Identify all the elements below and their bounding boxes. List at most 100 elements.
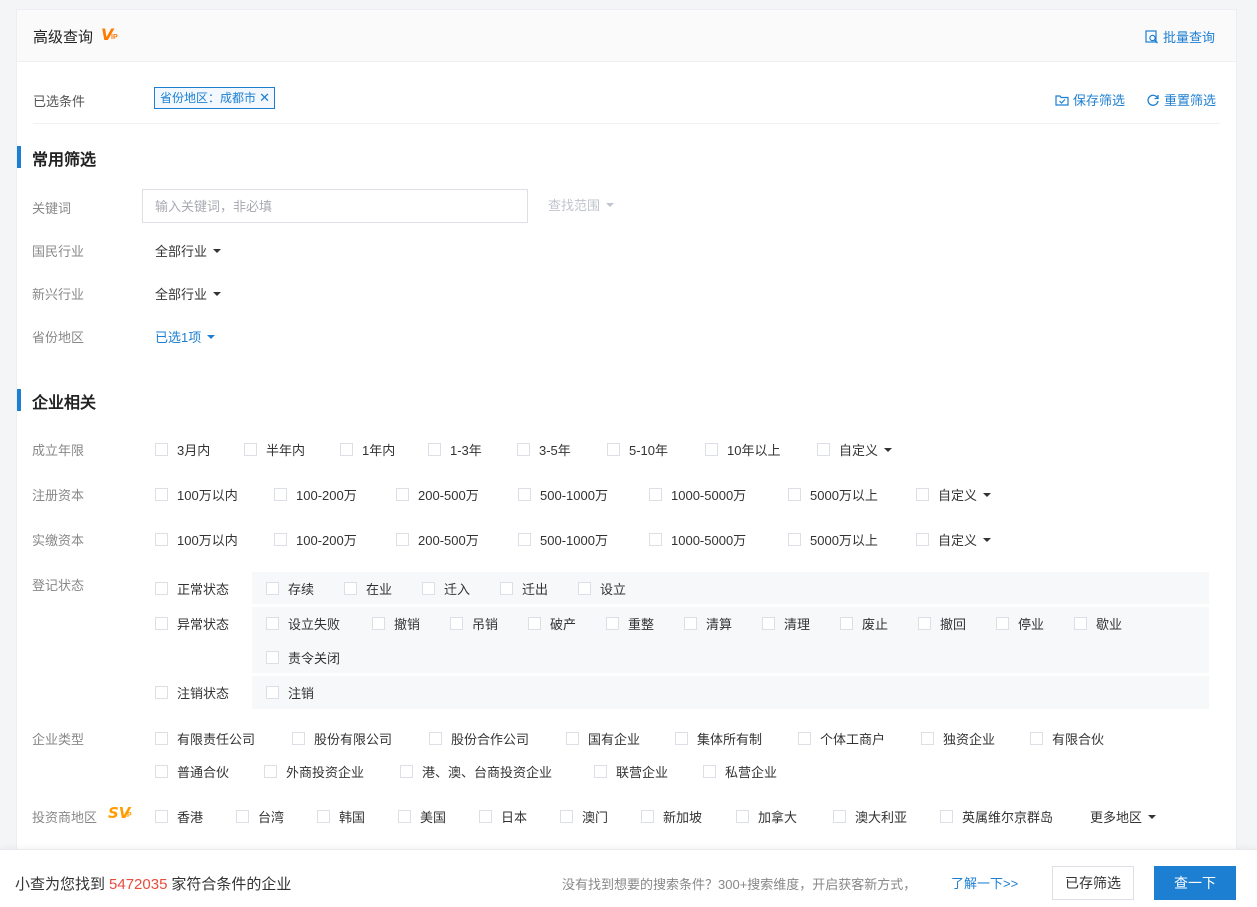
status-abnormal-sub-option[interactable]: 歇业 xyxy=(1074,614,1122,633)
reg-capital-custom-dropdown[interactable]: 自定义 xyxy=(916,485,992,504)
enterprise-type-option[interactable]: 股份有限公司 xyxy=(292,729,392,748)
checkbox[interactable] xyxy=(422,582,435,595)
status-abnormal-sub-option[interactable]: 撤销 xyxy=(372,614,420,633)
checkbox[interactable] xyxy=(705,443,718,456)
query-button[interactable]: 查一下 xyxy=(1154,866,1236,900)
checkbox[interactable] xyxy=(649,533,662,546)
paid-capital-option[interactable]: 1000-5000万 xyxy=(649,530,746,549)
status-abnormal-sub-option[interactable]: 责令关闭 xyxy=(266,648,340,667)
reset-filter-button[interactable]: 重置筛选 xyxy=(1146,90,1216,109)
status-normal-sub-option[interactable]: 存续 xyxy=(266,579,314,598)
checkbox[interactable] xyxy=(840,617,853,630)
status-normal-sub-option[interactable]: 迁入 xyxy=(422,579,470,598)
enterprise-type-option[interactable]: 国有企业 xyxy=(566,729,640,748)
checkbox[interactable] xyxy=(155,533,168,546)
checkbox[interactable] xyxy=(274,488,287,501)
checkbox[interactable] xyxy=(155,617,168,630)
investor-region-option[interactable]: 美国 xyxy=(398,807,446,826)
status-abnormal-sub-option[interactable]: 设立失败 xyxy=(266,614,340,633)
selected-tag-region[interactable]: 省份地区：成都市 ✕ xyxy=(154,87,276,109)
age-option[interactable]: 3-5年 xyxy=(517,440,571,459)
age-option[interactable]: 3月内 xyxy=(155,440,210,459)
enterprise-type-option[interactable]: 集体所有制 xyxy=(675,729,762,748)
checkbox[interactable] xyxy=(641,810,654,823)
checkbox[interactable] xyxy=(274,533,287,546)
checkbox[interactable] xyxy=(606,617,619,630)
investor-region-option[interactable]: 香港 xyxy=(155,807,203,826)
status-abnormal-sub-option[interactable]: 吊销 xyxy=(450,614,498,633)
enterprise-type-option[interactable]: 股份合作公司 xyxy=(429,729,529,748)
checkbox[interactable] xyxy=(736,810,749,823)
checkbox[interactable] xyxy=(916,488,929,501)
more-regions-dropdown[interactable]: 更多地区 xyxy=(1090,807,1157,826)
status-normal-option[interactable]: 正常状态 xyxy=(155,579,229,598)
checkbox[interactable] xyxy=(817,443,830,456)
status-abnormal-sub-option[interactable]: 清算 xyxy=(684,614,732,633)
investor-region-option[interactable]: 澳门 xyxy=(560,807,608,826)
checkbox[interactable] xyxy=(155,488,168,501)
paid-capital-custom-dropdown[interactable]: 自定义 xyxy=(916,530,992,549)
investor-region-option[interactable]: 韩国 xyxy=(317,807,365,826)
status-cancel-option[interactable]: 注销状态 xyxy=(155,683,229,702)
paid-capital-option[interactable]: 100-200万 xyxy=(274,530,357,549)
paid-capital-option[interactable]: 500-1000万 xyxy=(518,530,608,549)
emerging-industry-dropdown[interactable]: 全部行业 xyxy=(155,284,222,303)
checkbox[interactable] xyxy=(1074,617,1087,630)
reg-capital-option[interactable]: 5000万以上 xyxy=(788,485,878,504)
checkbox[interactable] xyxy=(266,651,279,664)
status-abnormal-sub-option[interactable]: 破产 xyxy=(528,614,576,633)
status-abnormal-sub-option[interactable]: 停业 xyxy=(996,614,1044,633)
checkbox[interactable] xyxy=(675,732,688,745)
checkbox[interactable] xyxy=(703,765,716,778)
investor-region-option[interactable]: 新加坡 xyxy=(641,807,702,826)
close-icon[interactable]: ✕ xyxy=(259,88,270,108)
keyword-input[interactable] xyxy=(142,189,528,223)
checkbox[interactable] xyxy=(266,582,279,595)
checkbox[interactable] xyxy=(155,686,168,699)
checkbox[interactable] xyxy=(762,617,775,630)
paid-capital-option[interactable]: 5000万以上 xyxy=(788,530,878,549)
status-abnormal-sub-option[interactable]: 清理 xyxy=(762,614,810,633)
checkbox[interactable] xyxy=(155,810,168,823)
paid-capital-option[interactable]: 200-500万 xyxy=(396,530,479,549)
enterprise-type-option[interactable]: 外商投资企业 xyxy=(264,762,364,781)
enterprise-type-option[interactable]: 有限合伙 xyxy=(1030,729,1104,748)
age-option[interactable]: 10年以上 xyxy=(705,440,780,459)
checkbox[interactable] xyxy=(518,488,531,501)
checkbox[interactable] xyxy=(400,765,413,778)
checkbox[interactable] xyxy=(344,582,357,595)
enterprise-type-option[interactable]: 普通合伙 xyxy=(155,762,229,781)
checkbox[interactable] xyxy=(940,810,953,823)
age-option[interactable]: 1年内 xyxy=(340,440,395,459)
status-normal-sub-option[interactable]: 在业 xyxy=(344,579,392,598)
checkbox[interactable] xyxy=(155,732,168,745)
enterprise-type-option[interactable]: 独资企业 xyxy=(921,729,995,748)
checkbox[interactable] xyxy=(996,617,1009,630)
checkbox[interactable] xyxy=(266,686,279,699)
checkbox[interactable] xyxy=(528,617,541,630)
status-normal-sub-option[interactable]: 设立 xyxy=(578,579,626,598)
checkbox[interactable] xyxy=(684,617,697,630)
checkbox[interactable] xyxy=(560,810,573,823)
checkbox[interactable] xyxy=(428,443,441,456)
checkbox[interactable] xyxy=(155,582,168,595)
saved-filters-button[interactable]: 已存筛选 xyxy=(1052,866,1134,900)
checkbox[interactable] xyxy=(607,443,620,456)
checkbox[interactable] xyxy=(500,582,513,595)
enterprise-type-option[interactable]: 私营企业 xyxy=(703,762,777,781)
checkbox[interactable] xyxy=(155,765,168,778)
reg-capital-option[interactable]: 500-1000万 xyxy=(518,485,608,504)
investor-region-option[interactable]: 台湾 xyxy=(236,807,284,826)
checkbox[interactable] xyxy=(398,810,411,823)
status-abnormal-sub-option[interactable]: 废止 xyxy=(840,614,888,633)
checkbox[interactable] xyxy=(244,443,257,456)
checkbox[interactable] xyxy=(479,810,492,823)
checkbox[interactable] xyxy=(566,732,579,745)
status-abnormal-sub-option[interactable]: 撤回 xyxy=(918,614,966,633)
checkbox[interactable] xyxy=(788,488,801,501)
checkbox[interactable] xyxy=(450,617,463,630)
reg-capital-option[interactable]: 100-200万 xyxy=(274,485,357,504)
checkbox[interactable] xyxy=(396,488,409,501)
status-abnormal-option[interactable]: 异常状态 xyxy=(155,614,229,633)
reg-capital-option[interactable]: 100万以内 xyxy=(155,485,238,504)
